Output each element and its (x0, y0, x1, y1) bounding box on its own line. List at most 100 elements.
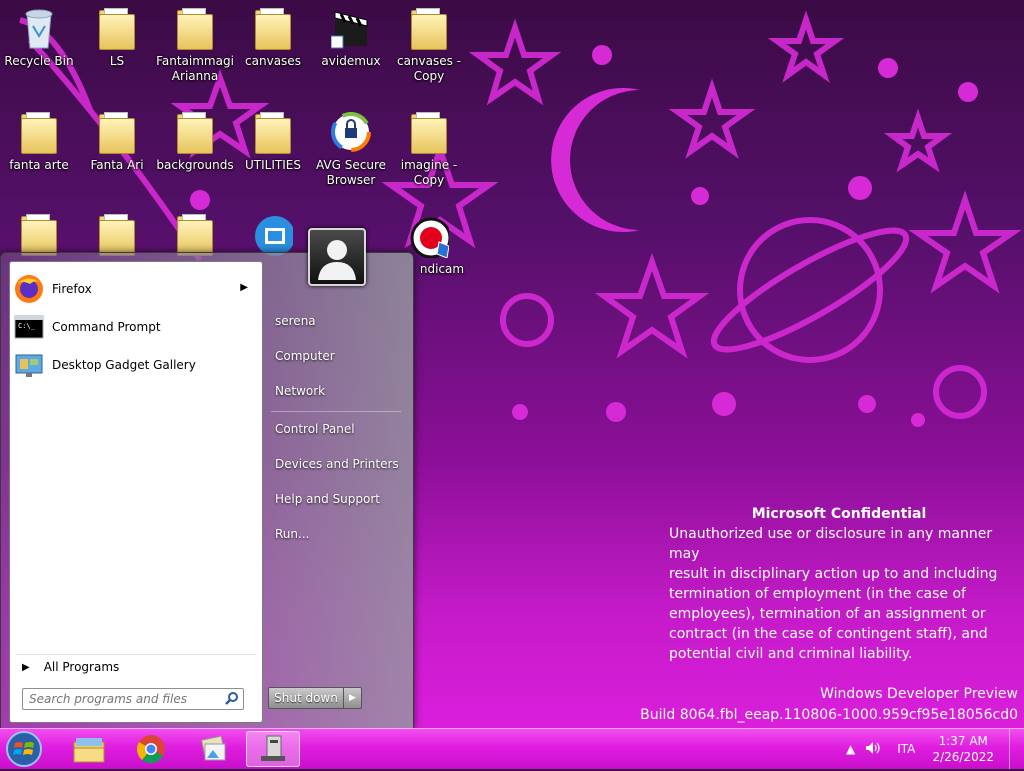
windows-explorer-icon (73, 738, 105, 763)
folder-icon (97, 110, 137, 154)
folder-icon (175, 6, 215, 50)
windows-edition: Windows Developer Preview (820, 686, 1018, 702)
start-menu-places-pane: serena Computer Network Control Panel De… (263, 261, 409, 721)
desktop-icon-imagine-copy[interactable]: imagine - Copy (390, 110, 468, 188)
confidential-watermark: Microsoft Confidential Unauthorized use … (669, 504, 1009, 664)
desktop-icon-label: UTILITIES (245, 158, 301, 172)
video-player-icon (253, 212, 295, 256)
place-user-folder[interactable]: serena (263, 307, 403, 335)
notification-area: ▲ ITA (846, 729, 915, 769)
program-label: Command Prompt (52, 320, 161, 334)
input-language-indicator[interactable]: ITA (897, 742, 915, 756)
program-label: Desktop Gadget Gallery (52, 358, 196, 372)
volume-icon[interactable] (865, 741, 881, 758)
search-programs-input[interactable] (22, 688, 244, 710)
program-item-desktop-gadget-gallery[interactable]: Desktop Gadget Gallery (14, 348, 258, 382)
clock-time: 1:37 AM (938, 734, 988, 748)
desktop-icon-avg-secure-browser[interactable]: AVG Secure Browser (312, 110, 390, 188)
folder-icon (253, 6, 293, 50)
taskbar-active-application[interactable] (246, 731, 300, 767)
recycle-bin-icon (19, 6, 59, 50)
photos-icon (200, 735, 226, 761)
all-programs-label: All Programs (43, 660, 120, 674)
desktop-icon-canvases[interactable]: canvases (234, 6, 312, 69)
place-devices-and-printers[interactable]: Devices and Printers (263, 450, 403, 478)
desktop-icon-label: LS (109, 54, 125, 68)
taskbar-chrome[interactable] (124, 731, 178, 767)
folder-icon (97, 212, 137, 256)
taskbar: ▲ ITA 1:37 AM 2/26/2022 (0, 728, 1024, 769)
start-menu: Firefox ▶ C:\_ Command Prompt Desktop Ga… (0, 252, 414, 730)
avidemux-icon (330, 6, 371, 50)
desktop-icon-canvases-copy[interactable]: canvases - Copy (390, 6, 468, 84)
submenu-arrow-icon: ▶ (240, 282, 248, 293)
place-run[interactable]: Run... (263, 520, 403, 548)
expand-arrow-icon: ▶ (22, 661, 30, 673)
folder-icon (175, 110, 215, 154)
build-info: Windows Developer Preview Build 8064.fbl… (640, 684, 1018, 726)
start-button[interactable] (4, 730, 44, 768)
folder-icon (409, 110, 449, 154)
desktop-icon-fanta-arte[interactable]: fanta arte (0, 110, 78, 173)
desktop-icon-label: canvases - Copy (396, 54, 462, 83)
desktop-icon-label: canvases (245, 54, 301, 68)
user-silhouette-icon (318, 240, 356, 280)
desktop-icon-label: avidemux (321, 54, 381, 68)
start-menu-programs-pane: Firefox ▶ C:\_ Command Prompt Desktop Ga… (9, 261, 263, 723)
desktop-icon-label: Recycle Bin (4, 54, 74, 68)
desktop-icon-avidemux[interactable]: avidemux (312, 6, 390, 69)
desktop-icon-fantaimmagi-arianna[interactable]: Fantaimmagi Arianna (156, 6, 234, 84)
desktop-icon-utilities[interactable]: UTILITIES (234, 110, 312, 173)
shutdown-button[interactable]: Shut down (268, 687, 344, 709)
place-network[interactable]: Network (263, 377, 403, 405)
watermark-line: result in disciplinary action up to and … (669, 566, 998, 582)
command-prompt-icon: C:\_ (14, 312, 44, 342)
desktop-icon-label: backgrounds (156, 158, 234, 172)
desktop-icon-backgrounds[interactable]: backgrounds (156, 110, 234, 173)
watermark-line: potential civil and criminal liability. (669, 646, 913, 662)
system-clock[interactable]: 1:37 AM 2/26/2022 (932, 733, 994, 765)
separator (271, 411, 401, 412)
bandicam-icon (409, 214, 452, 259)
folder-icon (175, 212, 215, 256)
desktop-icon-recycle-bin[interactable]: Recycle Bin (0, 6, 78, 69)
desktop-icon-ls[interactable]: LS (78, 6, 156, 69)
user-account-picture[interactable] (308, 228, 366, 286)
watermark-title: Microsoft Confidential (751, 506, 927, 522)
firefox-icon (14, 274, 44, 304)
desktop-icon-fanta-ari[interactable]: Fanta Ari (78, 110, 156, 173)
svg-text:C:\_: C:\_ (18, 322, 36, 330)
folder-icon (19, 110, 59, 154)
desktop-icon-label: fanta arte (9, 158, 69, 172)
avg-browser-icon (331, 110, 371, 154)
show-hidden-icons-arrow-icon[interactable]: ▲ (846, 742, 855, 756)
watermark-line: contract (in the case of contingent staf… (669, 626, 988, 642)
clock-date: 2/26/2022 (932, 750, 994, 764)
place-computer[interactable]: Computer (263, 342, 403, 370)
windows-logo-icon (6, 731, 42, 767)
all-programs-button[interactable]: ▶ All Programs (16, 654, 256, 679)
taskbar-photos[interactable] (186, 731, 240, 767)
show-desktop-button[interactable] (1009, 729, 1024, 769)
taskbar-windows-explorer[interactable] (62, 731, 116, 767)
watermark-line: employees), termination of an assignment… (669, 606, 986, 622)
shutdown-options-arrow-icon[interactable]: ▶ (344, 687, 362, 709)
desktop-icon-label: AVG Secure Browser (315, 158, 387, 187)
watermark-line: Unauthorized use or disclosure in any ma… (669, 526, 993, 562)
folder-icon (97, 6, 137, 50)
folder-icon (409, 6, 449, 50)
gadget-gallery-icon (14, 350, 44, 380)
place-help-and-support[interactable]: Help and Support (263, 485, 403, 513)
search-icon[interactable] (224, 691, 240, 707)
program-item-firefox[interactable]: Firefox ▶ (14, 272, 258, 306)
build-number: Build 8064.fbl_eeap.110806-1000.959cf95e… (640, 707, 1018, 723)
program-label: Firefox (52, 282, 92, 296)
desktop-icon-label: Fanta Ari (90, 158, 144, 172)
desktop-icon-label: imagine - Copy (400, 158, 458, 187)
desktop-icon-label: Fantaimmagi Arianna (156, 54, 234, 83)
chrome-icon (136, 735, 165, 764)
place-control-panel[interactable]: Control Panel (263, 415, 403, 443)
folder-icon (253, 110, 293, 154)
folder-icon (19, 212, 59, 256)
program-item-command-prompt[interactable]: C:\_ Command Prompt (14, 310, 258, 344)
